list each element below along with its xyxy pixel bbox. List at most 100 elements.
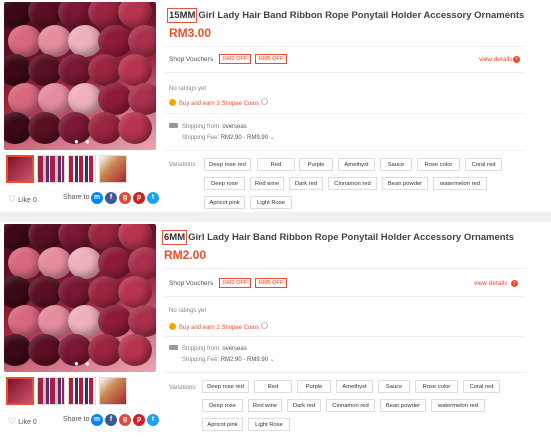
variation-option[interactable]: Bean powder — [382, 177, 428, 190]
shipping-fee-label: Shipping Fee: — [182, 135, 220, 141]
variation-option[interactable]: Apricot pink — [204, 196, 245, 209]
thumbnail-1[interactable] — [6, 155, 34, 183]
ribbon-spool — [118, 54, 152, 86]
info-icon[interactable] — [261, 98, 269, 105]
ribbon-spool — [128, 247, 156, 279]
coin-icon — [169, 99, 176, 106]
voucher-tag[interactable]: RM5 OFF — [255, 54, 288, 64]
variation-option[interactable]: watermelon red — [433, 177, 487, 190]
facebook-icon[interactable]: f — [105, 192, 117, 204]
pinterest-icon[interactable]: p — [133, 192, 145, 204]
variation-option[interactable]: Light Rose — [248, 418, 290, 431]
variation-option[interactable]: Sauce — [378, 380, 410, 393]
truck-icon — [169, 345, 178, 350]
variation-option[interactable]: Amethyst — [338, 158, 375, 171]
shipping-fee-row[interactable]: Shipping Fee: RM2.90 - RM9.90 ⌄ — [182, 134, 275, 141]
google-plus-icon[interactable]: g — [119, 414, 131, 426]
variation-option[interactable]: Deep rose — [202, 399, 243, 412]
ribbon-spool — [28, 54, 62, 86]
ribbon-spool — [68, 305, 102, 337]
variation-option[interactable]: Red wine — [250, 177, 284, 190]
divider — [165, 46, 525, 47]
variation-option[interactable]: Purple — [297, 380, 331, 393]
view-details-link[interactable]: view details — [479, 56, 513, 63]
voucher-tag[interactable]: RM2 OFF — [219, 278, 252, 288]
carousel-dots[interactable]: ● ● — [74, 137, 92, 146]
variation-option[interactable]: Light Rose — [250, 196, 292, 209]
price: RM3.00 — [169, 26, 212, 40]
variation-option[interactable]: Red — [257, 158, 295, 171]
variations-label: Variations: — [169, 162, 197, 168]
variation-option[interactable]: watermelon red — [431, 399, 485, 412]
ribbon-spool — [38, 25, 72, 57]
like-button[interactable]: ♡ Like 0 — [8, 416, 37, 427]
divider — [165, 72, 525, 73]
thumbnail-1[interactable] — [6, 377, 34, 405]
thumbnail-3[interactable] — [68, 155, 96, 183]
shipping-from-label: Shipping from: — [182, 124, 221, 130]
pinterest-icon[interactable]: p — [133, 414, 145, 426]
like-button[interactable]: ♡ Like 0 — [8, 194, 37, 205]
variation-option[interactable]: Sauce — [380, 158, 412, 171]
voucher-tag[interactable]: RM2 OFF — [219, 54, 252, 64]
variation-option[interactable]: Deep rose — [204, 177, 245, 190]
messenger-icon[interactable]: m — [91, 192, 103, 204]
variation-option[interactable]: Apricot pink — [202, 418, 243, 431]
facebook-icon[interactable]: f — [105, 414, 117, 426]
product-image[interactable]: ● ● — [4, 2, 156, 150]
thumbnail-4[interactable] — [99, 377, 127, 405]
shipping-from-value: overseas — [222, 124, 247, 130]
variation-option[interactable]: Purple — [299, 158, 333, 171]
variation-option[interactable]: Deep rose red — [202, 380, 249, 393]
google-plus-icon[interactable]: g — [119, 192, 131, 204]
variation-option[interactable]: Rose color — [415, 380, 458, 393]
shop-vouchers-row: Shop Vouchers RM2 OFF RM5 OFF view detai… — [169, 278, 529, 288]
thumbnail-3[interactable] — [68, 377, 96, 405]
share-label: Share to — [63, 194, 90, 201]
variation-option[interactable]: Red wine — [248, 399, 282, 412]
ribbon-spool — [88, 112, 122, 144]
ratings-text: No ratings yet — [169, 308, 207, 314]
variation-option[interactable]: Deep rose red — [204, 158, 251, 171]
thumbnail-2[interactable] — [37, 377, 65, 405]
thumbnail-strip — [6, 155, 156, 183]
ribbon-spool — [38, 247, 72, 279]
shipping-fee-label: Shipping Fee: — [182, 357, 220, 363]
ribbon-spool — [88, 276, 122, 308]
variation-option[interactable]: Coral red — [463, 380, 500, 393]
ribbon-spool — [28, 112, 62, 144]
shipping-fee-value: RM2.90 - RM9.90 — [220, 135, 269, 141]
title-text: Girl Lady Hair Band Ribbon Rope Ponytail… — [198, 10, 525, 21]
variation-option[interactable]: Cinnamon red — [328, 177, 377, 190]
thumbnail-4[interactable] — [99, 155, 127, 183]
variation-option[interactable]: Amethyst — [336, 380, 373, 393]
voucher-tag[interactable]: RM5 OFF — [255, 278, 288, 288]
variation-option[interactable]: Coral red — [465, 158, 502, 171]
thumbnail-2[interactable] — [37, 155, 65, 183]
product-title: 15MM Girl Lady Hair Band Ribbon Rope Pony… — [167, 8, 547, 23]
view-details-link[interactable]: view details — [474, 280, 508, 287]
chevron-right-icon[interactable]: › — [513, 56, 520, 63]
messenger-icon[interactable]: m — [91, 414, 103, 426]
ribbon-spool — [28, 276, 62, 308]
variation-option[interactable]: Red — [254, 380, 292, 393]
variation-option[interactable]: Dark red — [287, 399, 321, 412]
chevron-right-icon[interactable]: › — [511, 280, 518, 287]
product-panel-6mm: ● ● ♡ Like 0 Share to m f g p t 6MM Girl L… — [0, 222, 551, 434]
variation-option[interactable]: Cinnamon red — [326, 399, 375, 412]
shipping-fee-row[interactable]: Shipping Fee: RM2.90 - RM9.90 ⌄ — [182, 356, 275, 363]
variation-option[interactable]: Bean powder — [380, 399, 426, 412]
product-image[interactable]: ● ● — [4, 224, 156, 372]
variation-option[interactable]: Rose color — [417, 158, 460, 171]
twitter-icon[interactable]: t — [147, 414, 159, 426]
variation-option[interactable]: Dark red — [289, 177, 323, 190]
size-label: 15MM — [167, 8, 198, 23]
carousel-dots[interactable]: ● ● — [74, 359, 92, 368]
ribbon-spool — [38, 305, 72, 337]
divider — [165, 336, 525, 337]
ribbon-spool — [8, 247, 42, 279]
twitter-icon[interactable]: t — [147, 192, 159, 204]
shipping-from-row: Shipping from: overseas — [169, 345, 247, 352]
info-icon[interactable] — [261, 322, 269, 329]
panel-separator — [0, 212, 551, 222]
